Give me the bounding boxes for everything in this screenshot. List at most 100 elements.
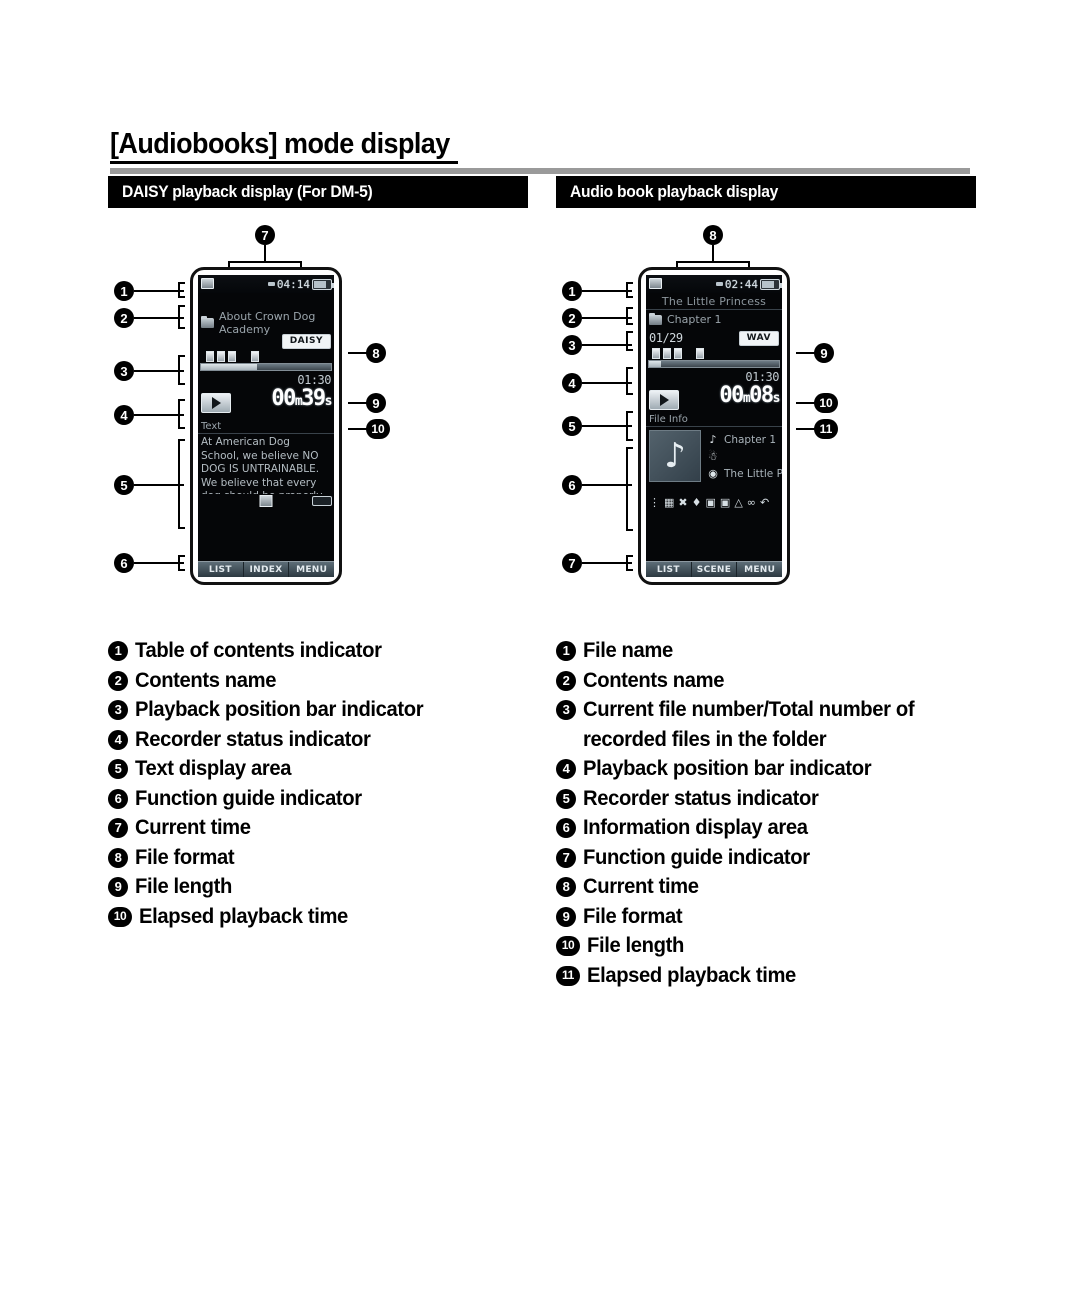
legend-item-label: Current time — [583, 874, 699, 898]
daisy-file-length: 01:30 — [297, 373, 331, 387]
audiobook-elapsed-unit: s — [772, 391, 781, 406]
index-mark — [696, 348, 704, 359]
daisy-elapsed-sec: 39 — [301, 386, 326, 411]
legend-item-label: Recorder status indicator — [583, 785, 819, 810]
audiobook-album-row: ◉ The Little Princess — [707, 465, 782, 482]
function-guide-menu[interactable]: MENU — [289, 562, 334, 577]
legend-item-label: File length — [587, 933, 684, 957]
audiobook-status-icon-row: ⋮ ▦ ✖ ♦ ▣ ▣ △ ∞ ↶ — [646, 494, 782, 511]
legend-number-badge: 9 — [556, 906, 576, 927]
legend-item: 4 Playback position bar indicator — [556, 754, 996, 784]
leader-line — [582, 425, 632, 427]
legend-number-badge: 3 — [556, 700, 576, 720]
callout-4-daisy: 4 — [114, 405, 134, 425]
legend-item-label: Contents name — [583, 667, 725, 692]
leader-line — [582, 344, 632, 346]
legend-number-badge: 10 — [556, 936, 580, 956]
function-guide-list[interactable]: LIST — [646, 562, 692, 577]
audiobook-file-number: 01/29 — [649, 331, 683, 345]
daisy-recorder-status-indicator — [201, 393, 231, 413]
callout-1-audiobook: 1 — [562, 281, 582, 301]
legend-item-label: File format — [583, 903, 683, 928]
legend-item: 5 Text display area — [108, 754, 548, 784]
audiobook-playback-position-bar[interactable] — [648, 360, 780, 368]
function-guide-scene[interactable]: SCENE — [692, 562, 738, 577]
legend-item: 7 Function guide indicator — [556, 843, 996, 873]
folder-icon — [649, 312, 662, 325]
legend-item-label: Elapsed playback time — [587, 962, 796, 987]
daisy-lcd-screen: 04:14 About Crown Dog Academy DAISY 01:3… — [198, 275, 334, 577]
legend-item: 8 Current time — [556, 872, 996, 902]
brace — [626, 555, 633, 571]
index-mark — [663, 348, 671, 359]
audiobook-info-area-label: File Info — [646, 412, 782, 427]
legend-number-badge: 6 — [556, 818, 576, 838]
callout-4-audiobook: 4 — [562, 373, 582, 393]
leader-line — [676, 261, 750, 263]
legend-item-label: File format — [135, 844, 235, 869]
function-guide-list[interactable]: LIST — [198, 562, 244, 577]
callout-7-daisy: 7 — [255, 225, 275, 245]
brace — [178, 555, 185, 571]
legend-number-badge: 8 — [556, 877, 576, 897]
legend-item-label: Elapsed playback time — [139, 903, 348, 928]
legend-item: 9 File length — [108, 872, 548, 902]
index-mark — [206, 351, 214, 362]
brace — [626, 367, 633, 395]
leader-line — [582, 290, 632, 292]
callout-2-audiobook: 2 — [562, 308, 582, 328]
audiobook-status-bar: 02:44 — [646, 275, 782, 293]
daisy-playback-position-bar[interactable] — [200, 363, 332, 371]
daisy-current-time-value: 04:14 — [276, 277, 310, 291]
audiobook-artist-row: ☃ — [707, 448, 782, 465]
play-icon — [211, 397, 221, 409]
daisy-text-area-label: Text — [198, 419, 334, 434]
legend-item-label: Text display area — [135, 756, 292, 780]
legend-audiobook: 1 File name 2 Contents name 3 Current file nu… — [556, 636, 996, 990]
audiobook-metadata: ♪ Chapter 1 ☃ ◉ The Little Princess — [707, 430, 782, 494]
function-guide-index[interactable]: INDEX — [244, 562, 290, 577]
leader-line — [582, 562, 632, 564]
brace — [178, 355, 185, 385]
legend-item: 2 Contents name — [556, 666, 996, 696]
function-guide-menu[interactable]: MENU — [737, 562, 782, 577]
legend-number-badge: 4 — [108, 729, 128, 750]
leader-line — [796, 428, 818, 430]
eq-icon — [259, 495, 273, 507]
battery-icon — [312, 278, 334, 290]
callout-5-daisy: 5 — [114, 475, 134, 495]
play-icon — [659, 394, 669, 406]
legend-number-badge: 2 — [556, 670, 576, 691]
table-of-contents-icon — [649, 278, 662, 289]
audiobook-lcd-screen: 02:44 The Little Princess Chapter 1 01/2… — [646, 275, 782, 577]
repeat-icon: ↶ — [759, 495, 770, 509]
legend-item-label: Recorder status indicator — [135, 726, 371, 751]
legend-item: 3 Current file number/Total number of rec… — [556, 695, 996, 754]
index-mark — [228, 351, 236, 362]
legend-item-label: Table of contents indicator — [135, 638, 382, 662]
legend-number-badge: 9 — [108, 877, 128, 897]
legend-number-badge: 8 — [108, 847, 128, 868]
legend-item-label: File name — [583, 638, 673, 662]
callout-3-audiobook: 3 — [562, 335, 582, 355]
alarm-icon: △ — [734, 495, 743, 509]
legend-item: 4 Recorder status indicator — [108, 725, 548, 755]
audiobook-time-area: 01:30 00m08s — [646, 368, 782, 412]
audiobook-filenum-format-row: 01/29 WAV — [646, 329, 782, 347]
voice-filter-icon: ♦ — [691, 495, 702, 509]
legend-number-badge: 5 — [108, 759, 128, 779]
callout-5-audiobook: 5 — [562, 416, 582, 436]
legend-item-label: File length — [135, 874, 232, 898]
legend-number-badge: 2 — [108, 670, 128, 691]
legend-item: 1 Table of contents indicator — [108, 636, 548, 666]
audiobook-contents-name-row: Chapter 1 — [646, 310, 782, 329]
table-of-contents-icon — [201, 278, 214, 289]
brace — [178, 305, 185, 329]
title-rule-dark — [110, 161, 458, 164]
leader-line — [348, 352, 370, 354]
legend-number-badge: 1 — [556, 641, 576, 661]
daisy-elapsed-min: 00 — [271, 386, 296, 411]
legend-item: 10 File length — [556, 931, 996, 961]
legend-item: 6 Function guide indicator — [108, 784, 548, 814]
artist-icon: ☃ — [708, 449, 718, 463]
